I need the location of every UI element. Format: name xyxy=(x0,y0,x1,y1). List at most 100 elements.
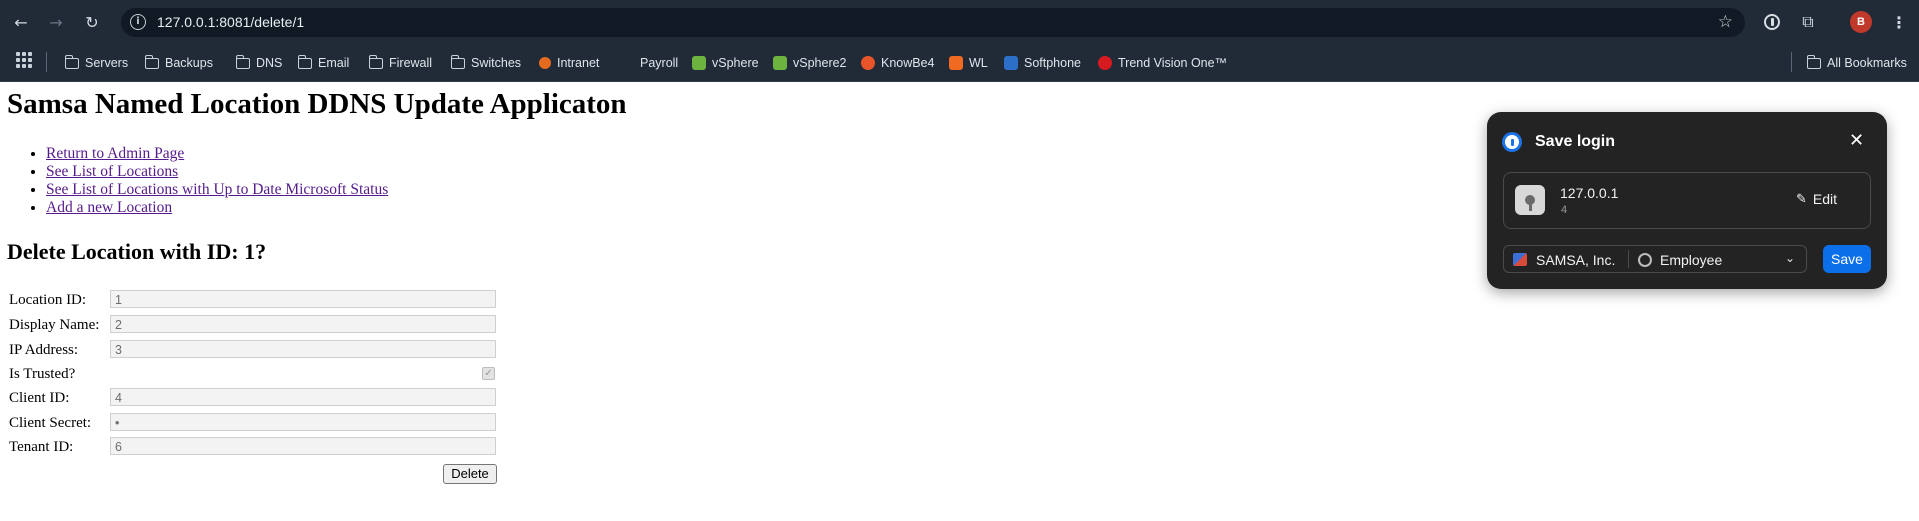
bookmark-label: Intranet xyxy=(557,56,600,70)
ip-address-row: IP Address: 3 xyxy=(9,340,499,360)
bookmark-softphone[interactable]: Softphone xyxy=(1004,54,1081,72)
folder-icon xyxy=(297,54,312,69)
all-bookmarks-label: All Bookmarks xyxy=(1827,56,1907,70)
close-icon[interactable]: ✕ xyxy=(1849,130,1864,151)
bookmark-vsphere[interactable]: vSphere xyxy=(692,54,759,72)
selector-divider xyxy=(1628,250,1629,268)
profile-avatar[interactable]: B xyxy=(1850,11,1872,33)
bookmark-label: Email xyxy=(318,56,350,70)
bookmark-vsphere2[interactable]: vSphere2 xyxy=(773,54,847,72)
locations-list-link[interactable]: See List of Locations xyxy=(46,163,178,180)
bookmark-firewall[interactable]: Firewall xyxy=(368,54,432,72)
bookmark-trend[interactable]: Trend Vision One™ xyxy=(1098,54,1227,72)
key-icon xyxy=(1515,185,1545,215)
list-item: Return to Admin Page xyxy=(46,145,388,163)
display-name-field[interactable]: 2 xyxy=(110,315,496,333)
chevron-down-icon: ⌄ xyxy=(1785,251,1796,265)
list-item: See List of Locations xyxy=(46,163,388,181)
is-trusted-row: Is Trusted? ✓ xyxy=(9,364,499,384)
bookmark-switches[interactable]: Switches xyxy=(450,54,522,72)
bookmark-label: Payroll xyxy=(640,56,679,70)
bookmark-label: Servers xyxy=(85,56,129,70)
add-location-link[interactable]: Add a new Location xyxy=(46,199,172,216)
page-title: Samsa Named Location DDNS Update Applica… xyxy=(7,88,627,120)
admin-page-link[interactable]: Return to Admin Page xyxy=(46,145,184,162)
location-id-field[interactable]: 1 xyxy=(110,290,496,308)
folder-icon xyxy=(1806,54,1821,69)
save-login-popup: Save login ✕ 127.0.0.1 4 ✎ Edit SAMSA, I… xyxy=(1487,112,1887,289)
client-id-field[interactable]: 4 xyxy=(110,388,496,406)
bookmark-email[interactable]: Email xyxy=(297,54,350,72)
back-arrow-icon[interactable]: ← xyxy=(9,10,33,34)
list-item: Add a new Location xyxy=(46,199,388,217)
kebab-menu-icon[interactable]: ⋮ xyxy=(1888,11,1910,33)
trend-favicon xyxy=(1098,56,1112,70)
bookmark-wl[interactable]: WL xyxy=(949,54,988,72)
display-name-row: Display Name: 2 xyxy=(9,315,499,335)
bookmark-servers[interactable]: Servers xyxy=(64,54,129,72)
list-item: See List of Locations with Up to Date Mi… xyxy=(46,181,388,199)
is-trusted-checkbox[interactable]: ✓ xyxy=(482,367,495,380)
account-name: SAMSA, Inc. xyxy=(1536,252,1616,268)
bookmark-label: Switches xyxy=(471,56,522,70)
folder-icon xyxy=(144,54,159,69)
onepassword-extension-icon[interactable] xyxy=(1761,11,1783,33)
locations-status-link[interactable]: See List of Locations with Up to Date Mi… xyxy=(46,181,388,198)
login-item-card: 127.0.0.1 4 ✎ Edit xyxy=(1503,172,1871,229)
folder-icon xyxy=(64,54,79,69)
tenant-id-label: Tenant ID: xyxy=(9,439,74,455)
save-button[interactable]: Save xyxy=(1823,245,1871,273)
vsphere-favicon xyxy=(773,56,787,70)
edit-label: Edit xyxy=(1812,191,1838,207)
bookmark-label: vSphere2 xyxy=(793,56,847,70)
site-info-icon[interactable]: i xyxy=(130,14,146,30)
knowbe4-favicon xyxy=(861,56,875,70)
location-id-row: Location ID: 1 xyxy=(9,290,499,310)
bookmark-label: KnowBe4 xyxy=(881,56,935,70)
bookmark-dns[interactable]: DNS xyxy=(235,54,283,72)
account-icon xyxy=(1513,253,1527,266)
bookmark-star-icon[interactable]: ☆ xyxy=(1718,12,1733,32)
client-secret-row: Client Secret: • xyxy=(9,413,499,433)
softphone-favicon xyxy=(1004,56,1018,70)
url-text[interactable]: 127.0.0.1:8081/delete/1 xyxy=(157,14,304,30)
client-id-row: Client ID: 4 xyxy=(9,388,499,408)
vsphere-favicon xyxy=(692,56,706,70)
bookmark-label: Backups xyxy=(165,56,213,70)
onepassword-logo-icon xyxy=(1502,132,1522,152)
bookmark-label: Softphone xyxy=(1024,56,1081,70)
client-id-label: Client ID: xyxy=(9,390,70,406)
all-bookmarks[interactable]: All Bookmarks xyxy=(1806,54,1907,72)
client-secret-label: Client Secret: xyxy=(9,415,92,431)
bookmark-label: vSphere xyxy=(712,56,759,70)
nav-links: Return to Admin Page See List of Locatio… xyxy=(26,145,388,217)
login-username: 4 xyxy=(1561,204,1568,216)
bookmarks-divider xyxy=(46,52,47,72)
forward-arrow-icon[interactable]: → xyxy=(44,10,68,34)
ip-address-field[interactable]: 3 xyxy=(110,340,496,358)
vault-name: Employee xyxy=(1660,252,1723,268)
tenant-id-field[interactable]: 6 xyxy=(110,437,496,455)
vault-selector[interactable]: SAMSA, Inc. Employee ⌄ xyxy=(1503,245,1807,273)
edit-button[interactable]: ✎ Edit xyxy=(1796,191,1837,207)
bookmark-payroll[interactable]: Payroll xyxy=(640,54,678,72)
display-name-label: Display Name: xyxy=(9,317,100,333)
bookmark-label: DNS xyxy=(256,56,283,70)
bookmark-backups[interactable]: Backups xyxy=(144,54,213,72)
delete-heading: Delete Location with ID: 1? xyxy=(7,239,267,264)
extensions-puzzle-icon[interactable]: ⧉ xyxy=(1797,11,1819,33)
reload-icon[interactable]: ↻ xyxy=(80,10,104,34)
bookmarks-bar: Servers Backups DNS Email Firewall Switc… xyxy=(0,45,1919,82)
bookmarks-divider xyxy=(1791,52,1792,72)
bookmark-knowbe4[interactable]: KnowBe4 xyxy=(861,54,935,72)
folder-icon xyxy=(450,54,465,69)
location-id-label: Location ID: xyxy=(9,292,87,308)
address-bar[interactable]: i 127.0.0.1:8081/delete/1 ☆ xyxy=(121,8,1745,37)
ip-address-label: IP Address: xyxy=(9,342,79,358)
client-secret-field[interactable]: • xyxy=(110,413,496,431)
bookmark-intranet[interactable]: Intranet xyxy=(539,54,599,72)
apps-grid-icon[interactable] xyxy=(16,52,32,68)
bookmark-label: WL xyxy=(969,56,988,70)
delete-button[interactable]: Delete xyxy=(443,464,497,484)
browser-toolbar: ← → ↻ i 127.0.0.1:8081/delete/1 ☆ ⧉ B ⋮ xyxy=(0,0,1919,45)
